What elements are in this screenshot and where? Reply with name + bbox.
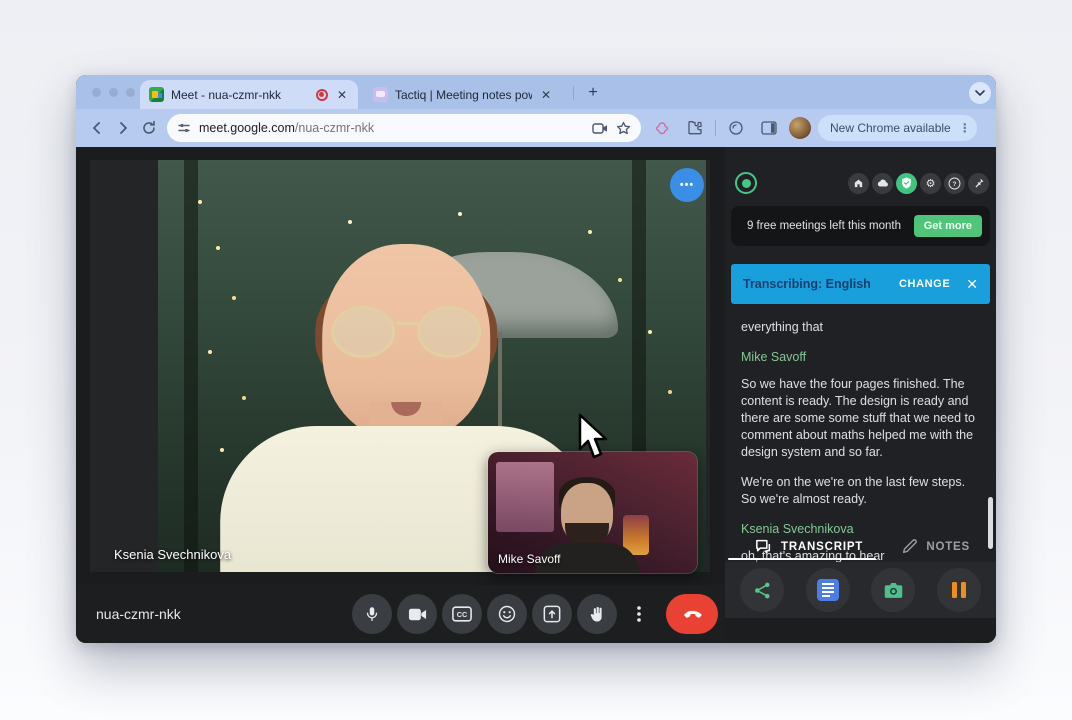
extensions-puzzle-icon[interactable] (682, 115, 708, 141)
captions-button[interactable]: CC (442, 594, 482, 634)
active-tab-underline (728, 558, 876, 560)
more-menu-icon[interactable]: ⋮ (959, 121, 971, 135)
forward-arrow-icon[interactable] (110, 115, 136, 141)
pause-button[interactable] (936, 568, 981, 612)
sidebar-footer (725, 618, 996, 643)
url-host: meet.google.com (199, 121, 295, 135)
share-button[interactable] (740, 568, 784, 612)
pause-icon (951, 582, 966, 598)
close-tab-icon[interactable]: ✕ (539, 88, 553, 102)
google-docs-button[interactable] (805, 568, 850, 612)
present-screen-button[interactable] (532, 594, 572, 634)
window-traffic-lights[interactable] (92, 88, 135, 97)
raise-hand-button[interactable] (577, 594, 617, 634)
microphone-button[interactable] (352, 594, 392, 634)
tactiq-logo-icon (735, 172, 757, 194)
recording-indicator-icon (315, 88, 328, 101)
tab-transcript[interactable]: TRANSCRIPT (755, 539, 863, 554)
tab-transcript-label: TRANSCRIPT (781, 540, 864, 553)
tab-notes-label: NOTES (926, 540, 970, 553)
settings-gear-icon[interactable]: ⚙ (920, 172, 941, 194)
update-chrome-label: New Chrome available (830, 121, 951, 135)
home-icon[interactable] (848, 172, 869, 194)
google-docs-icon (816, 579, 839, 601)
pip-video-tile[interactable]: Mike Savoff (488, 452, 697, 573)
tab-title: Tactiq | Meeting notes powe (395, 87, 532, 102)
mouse-cursor (578, 413, 608, 459)
tactiq-chat-bubble-icon[interactable]: ••• (670, 168, 704, 202)
sidebar-header: ⚙ ? (735, 171, 989, 195)
close-icon[interactable]: ✕ (966, 276, 978, 293)
transcript-line: everything that (741, 320, 823, 334)
browser-toolbar: meet.google.com/nua-czmr-nkk New Chrome … (76, 109, 996, 147)
back-arrow-icon[interactable] (84, 115, 110, 141)
pip-name-label: Mike Savoff (498, 552, 561, 566)
transcript-chat-icon (756, 539, 771, 554)
bookmark-star-icon[interactable] (616, 121, 631, 136)
sidebar-action-bar (725, 562, 996, 618)
tactiq-sidebar: ⚙ ? 9 free meetings left this month Get … (725, 147, 996, 643)
update-chrome-button[interactable]: New Chrome available ⋮ (818, 115, 977, 141)
svg-text:?: ? (953, 181, 957, 188)
transcribing-label: Transcribing: English (743, 277, 871, 291)
change-language-button[interactable]: CHANGE (899, 278, 950, 290)
notes-pencil-icon (903, 539, 918, 554)
end-call-button[interactable] (666, 594, 718, 634)
site-settings-icon[interactable] (177, 121, 191, 135)
meet-favicon (149, 87, 164, 102)
extension-pink-icon[interactable] (649, 115, 675, 141)
new-tab-button[interactable]: + (582, 82, 604, 104)
sidebar-tabs: TRANSCRIPT NOTES (725, 533, 996, 560)
help-icon[interactable]: ? (944, 172, 965, 194)
meet-control-bar: nua-czmr-nkk CC (76, 585, 725, 643)
page-content: Ksenia Svechnikova Mike Savoff ••• nua-c… (76, 147, 996, 643)
camera-button[interactable] (397, 594, 437, 634)
participant-name-label: Ksenia Svechnikova (114, 547, 232, 562)
tab-notes[interactable]: NOTES (902, 539, 970, 554)
browser-lens-icon[interactable] (723, 115, 749, 141)
tab-tactiq[interactable]: Tactiq | Meeting notes powe ✕ (364, 80, 562, 109)
chat-bubble-dots: ••• (679, 179, 695, 191)
tab-strip: Meet - nua-czmr-nkk ✕ Tactiq | Meeting n… (76, 75, 996, 109)
reload-icon[interactable] (136, 115, 162, 141)
background-lights (198, 200, 202, 204)
reactions-button[interactable] (487, 594, 527, 634)
toolbar-extensions-area: New Chrome available ⋮ (649, 115, 977, 141)
svg-text:CC: CC (457, 610, 468, 619)
free-meetings-banner: 9 free meetings left this month Get more (731, 206, 990, 246)
close-tab-icon[interactable]: ✕ (335, 88, 349, 102)
toolbar-divider (715, 120, 716, 136)
tab-search-chevron-icon[interactable] (969, 82, 991, 104)
transcript-line: We're on the we're on the last few steps… (741, 475, 966, 506)
meeting-code-label: nua-czmr-nkk (96, 606, 181, 622)
transcript-line: So we have the four pages finished. The … (741, 377, 975, 459)
transcript-speaker: Mike Savoff (741, 350, 807, 364)
minimize-window-button[interactable] (109, 88, 118, 97)
get-more-button[interactable]: Get more (913, 215, 982, 237)
url-path: /nua-czmr-nkk (294, 121, 375, 135)
free-meetings-text: 9 free meetings left this month (746, 219, 902, 232)
maximize-window-button[interactable] (126, 88, 135, 97)
meet-stage: Ksenia Svechnikova Mike Savoff ••• nua-c… (76, 147, 725, 643)
browser-window: Meet - nua-czmr-nkk ✕ Tactiq | Meeting n… (76, 75, 996, 643)
meet-controls: CC (352, 594, 718, 634)
shield-check-icon[interactable] (896, 172, 917, 194)
profile-avatar[interactable] (789, 117, 811, 139)
more-options-button[interactable] (622, 594, 656, 634)
url-text[interactable]: meet.google.com/nua-czmr-nkk (199, 121, 584, 135)
tab-camera-icon[interactable] (592, 122, 608, 135)
cloud-upload-icon[interactable] (872, 172, 893, 194)
tab-meet[interactable]: Meet - nua-czmr-nkk ✕ (140, 80, 358, 109)
pin-icon[interactable] (968, 172, 989, 194)
transcribing-bar: Transcribing: English CHANGE ✕ (731, 264, 990, 304)
address-bar[interactable]: meet.google.com/nua-czmr-nkk (167, 114, 641, 142)
close-window-button[interactable] (92, 88, 101, 97)
tactiq-favicon (373, 87, 388, 102)
screenshot-camera-button[interactable] (871, 568, 916, 612)
tab-title: Meet - nua-czmr-nkk (171, 87, 282, 102)
side-panel-icon[interactable] (756, 115, 782, 141)
tab-separator (573, 86, 574, 100)
